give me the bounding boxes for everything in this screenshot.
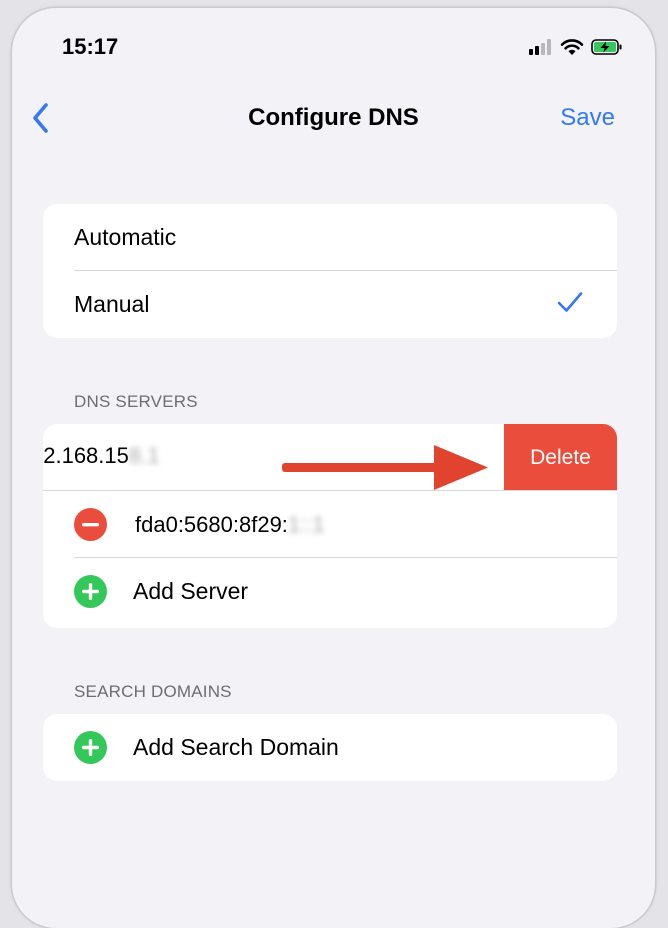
dns-servers-header: DNS SERVERS — [74, 392, 198, 411]
cellular-signal-icon — [529, 39, 553, 60]
redacted-text: 1::1 — [287, 511, 325, 537]
add-icon — [74, 731, 107, 764]
dns-server-address-visible: 92.168.15 — [43, 443, 129, 468]
add-server-label: Add Server — [133, 578, 249, 604]
dns-server-address-visible: fda0:5680:8f29: — [135, 511, 288, 537]
status-icons — [529, 38, 623, 61]
dns-mode-group: Automatic Manual — [43, 204, 617, 338]
add-icon — [74, 575, 107, 608]
phone-screen: 15:17 Configure DNS Save Automatic Manua… — [12, 8, 655, 928]
battery-charging-icon — [591, 39, 623, 60]
search-domains-header: SEARCH DOMAINS — [74, 682, 232, 701]
back-button[interactable] — [30, 102, 60, 142]
option-manual[interactable]: Manual — [43, 271, 617, 338]
annotation-arrow-icon — [282, 443, 492, 508]
dns-server-address: 92.168.158.1 — [43, 443, 159, 469]
add-search-domain-row[interactable]: Add Search Domain — [43, 714, 617, 781]
option-manual-label: Manual — [74, 291, 150, 317]
status-time: 15:17 — [62, 34, 119, 59]
redacted-text: 8.1 — [128, 443, 160, 468]
save-button[interactable]: Save — [560, 104, 615, 132]
checkmark-icon — [557, 291, 583, 318]
option-automatic-label: Automatic — [74, 224, 177, 250]
status-bar: 15:17 — [12, 8, 655, 88]
search-domains-group: Add Search Domain — [43, 714, 617, 781]
option-automatic[interactable]: Automatic — [43, 204, 617, 271]
wifi-icon — [560, 38, 584, 61]
dns-server-address: fda0:5680:8f29:1::1 — [135, 512, 325, 538]
add-server-row[interactable]: Add Server — [43, 558, 617, 625]
navigation-bar: Configure DNS Save — [12, 88, 655, 148]
page-title: Configure DNS — [248, 104, 419, 131]
chevron-left-icon — [33, 103, 48, 133]
delete-button[interactable]: Delete — [504, 424, 617, 491]
remove-server-icon[interactable] — [74, 508, 107, 541]
add-search-domain-label: Add Search Domain — [133, 734, 339, 760]
